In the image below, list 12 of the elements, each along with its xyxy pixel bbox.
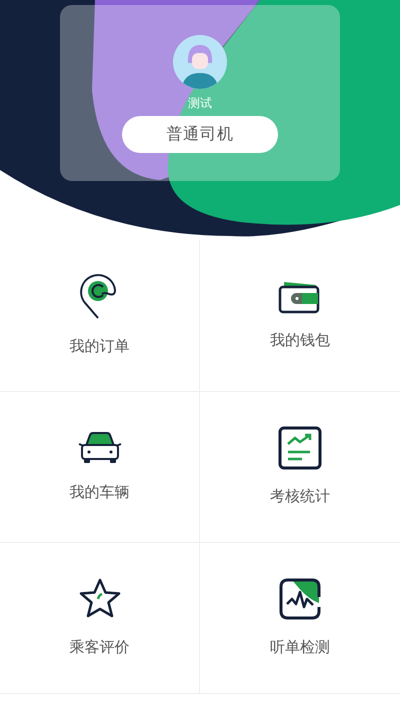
pulse-monitor-icon xyxy=(278,576,322,621)
menu-item[interactable]: 我的车辆 xyxy=(0,391,200,542)
menu-item[interactable]: 乘客评价 xyxy=(0,542,200,693)
user-name: 测试 xyxy=(188,95,212,112)
menu-item[interactable]: 考核统计 xyxy=(200,391,400,542)
car-icon xyxy=(76,430,124,466)
menu-item[interactable]: 我的订单 xyxy=(0,240,200,391)
chart-report-icon xyxy=(278,426,322,470)
role-button[interactable]: 普通司机 xyxy=(122,116,278,153)
menu-item[interactable]: 听单检测 xyxy=(200,542,400,693)
menu-item[interactable]: 我的钱包 xyxy=(200,240,400,391)
avatar-icon xyxy=(173,35,227,89)
